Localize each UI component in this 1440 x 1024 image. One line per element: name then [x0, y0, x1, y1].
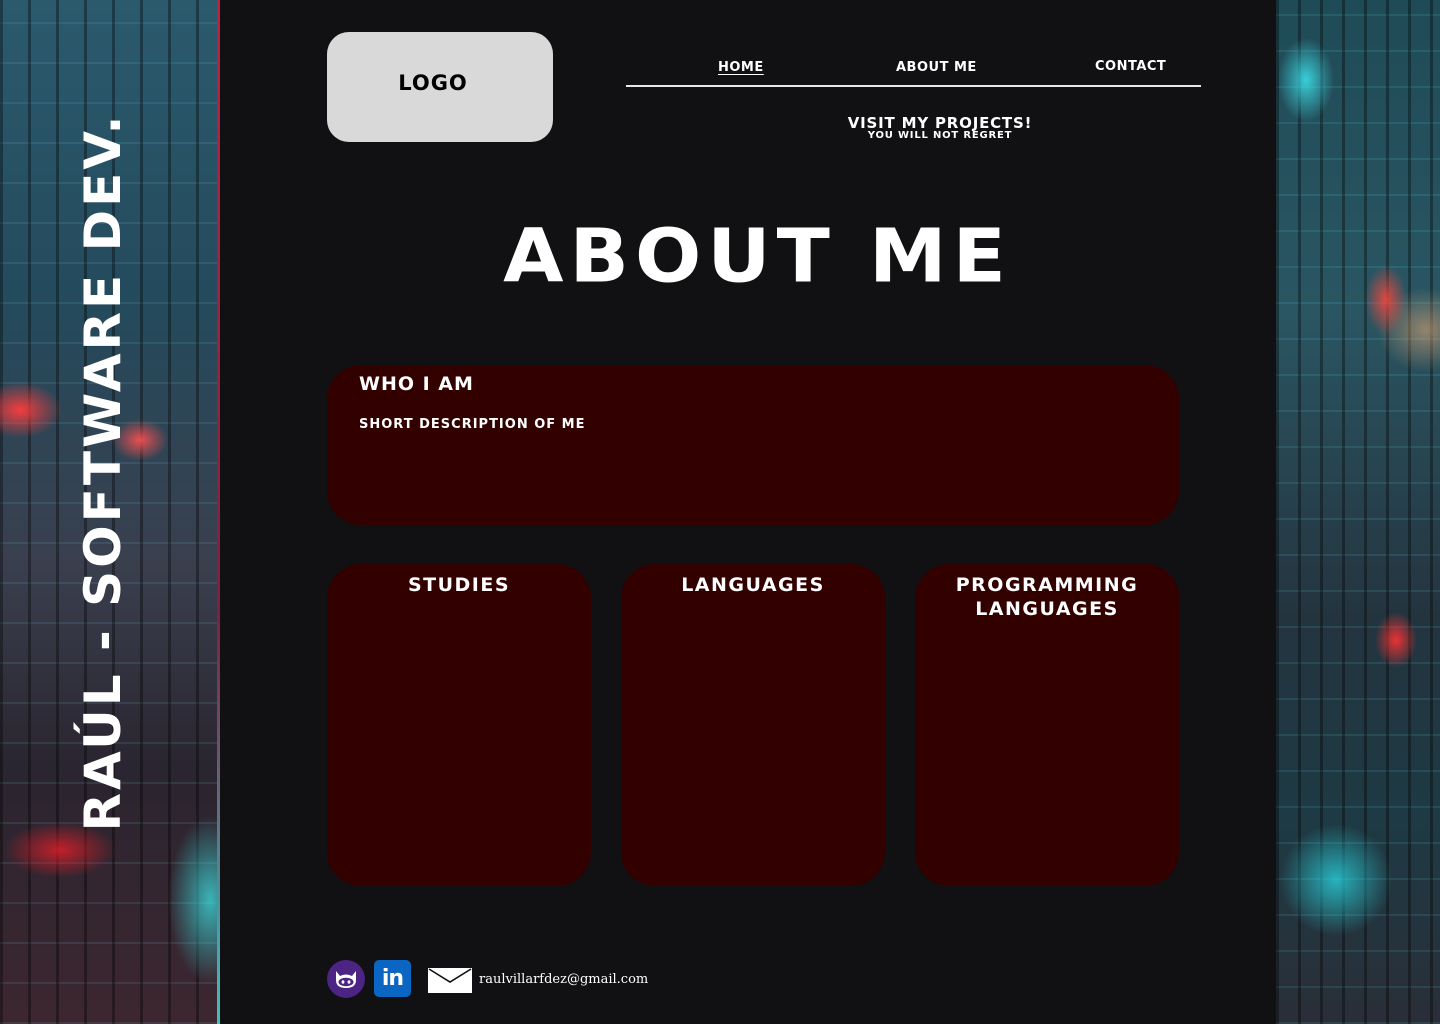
languages-card: LANGUAGES	[621, 564, 885, 886]
programming-languages-card: PROGRAMMING LANGUAGES	[915, 564, 1179, 886]
mail-icon[interactable]	[428, 968, 472, 993]
logo[interactable]: LOGO	[327, 32, 553, 142]
side-banner-title: Raúl - Software Dev.	[74, 112, 132, 832]
studies-card: STUDIES	[327, 564, 591, 886]
linkedin-icon[interactable]: in	[374, 960, 411, 997]
page-title: ABOUT ME	[503, 214, 1012, 300]
left-city-image: Raúl - Software Dev.	[0, 0, 220, 1024]
email-link[interactable]: raulvillarfdez@gmail.com	[479, 972, 648, 987]
github-icon[interactable]	[327, 960, 365, 998]
right-city-image	[1276, 0, 1440, 1024]
who-i-am-title: WHO I AM	[359, 373, 474, 395]
studies-title: STUDIES	[407, 574, 511, 596]
main-nav: HOME ABOUT ME CONTACT	[626, 56, 1201, 88]
who-i-am-card: WHO I AM SHORT DESCRIPTION OF ME	[327, 365, 1179, 525]
projects-promo[interactable]: VISIT MY PROJECTS! YOU WILL NOT REGRET	[830, 114, 1050, 141]
nav-home-link[interactable]: HOME	[718, 60, 764, 75]
languages-title: LANGUAGES	[681, 574, 825, 596]
nav-divider	[626, 85, 1201, 87]
who-i-am-description: SHORT DESCRIPTION OF ME	[359, 417, 586, 432]
logo-label: LOGO	[398, 71, 468, 95]
nav-contact-link[interactable]: CONTACT	[1095, 59, 1166, 74]
linkedin-glyph: in	[381, 966, 404, 991]
nav-about-link[interactable]: ABOUT ME	[896, 60, 977, 75]
programming-languages-title: PROGRAMMING LANGUAGES	[955, 574, 1139, 620]
github-octocat-icon	[336, 971, 356, 988]
